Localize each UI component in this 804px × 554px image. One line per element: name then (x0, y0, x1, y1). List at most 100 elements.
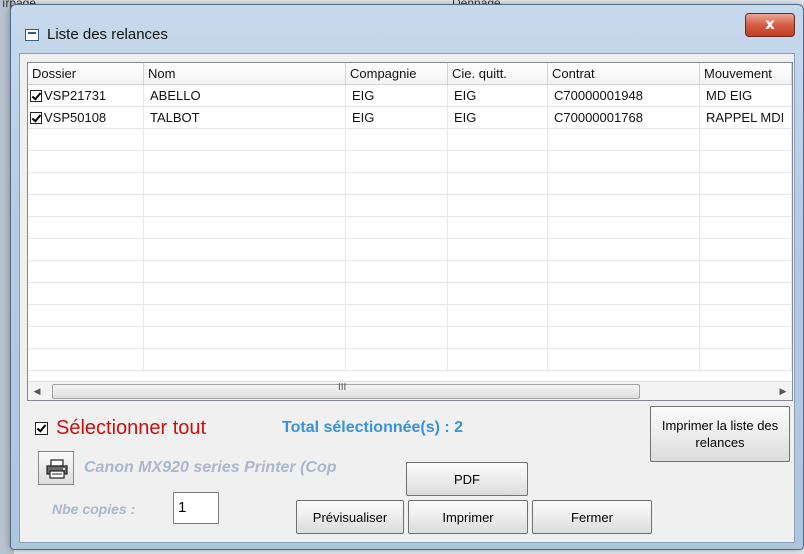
printer-select-button[interactable] (38, 451, 74, 485)
preview-button[interactable]: Prévisualiser (296, 500, 404, 534)
empty-cell (700, 305, 792, 327)
select-all-label: Sélectionner tout (56, 417, 207, 439)
empty-cell (700, 327, 792, 349)
empty-cell (144, 305, 346, 327)
select-all-checkbox[interactable] (35, 422, 48, 435)
close-button[interactable]: Fermer (532, 500, 652, 534)
empty-row (28, 173, 792, 195)
empty-row (28, 239, 792, 261)
empty-cell (28, 261, 144, 283)
empty-cell (346, 239, 448, 261)
print-list-button[interactable]: Imprimer la liste des relances (650, 406, 790, 462)
copies-input[interactable]: 1 (173, 492, 219, 524)
empty-cell (144, 239, 346, 261)
empty-row (28, 129, 792, 151)
empty-cell (144, 173, 346, 195)
window-icon (25, 29, 39, 41)
empty-row (28, 283, 792, 305)
row-checkbox[interactable] (30, 89, 42, 102)
column-header[interactable]: Nom (144, 63, 346, 85)
relances-grid[interactable]: Dossier Nom Compagnie Cie. quitt. Contrat Mou… (27, 62, 793, 401)
table-row[interactable]: VSP50108 TALBOT EIG EIG C70000001768 RAPPEL M… (28, 107, 792, 129)
empty-cell (548, 305, 700, 327)
empty-cell (700, 217, 792, 239)
empty-cell (144, 349, 346, 371)
printer-icon (46, 459, 68, 479)
empty-cell (548, 129, 700, 151)
empty-cell (448, 217, 548, 239)
empty-row (28, 217, 792, 239)
column-header[interactable]: Contrat (548, 63, 700, 85)
table-cell: VSP21731 (28, 85, 144, 107)
copies-label: Nbe copies : (52, 501, 136, 517)
empty-row (28, 327, 792, 349)
scroll-left-arrow[interactable]: ◀ (28, 382, 46, 400)
empty-cell (548, 217, 700, 239)
pdf-button[interactable]: PDF (406, 462, 528, 496)
cell-text: VSP21731 (44, 87, 107, 103)
total-selected: Total sélectionnée(s) : 2 (282, 419, 464, 436)
empty-cell (144, 283, 346, 305)
empty-cell (346, 283, 448, 305)
empty-cell (548, 349, 700, 371)
close-window-button[interactable]: x (745, 13, 795, 37)
empty-cell (700, 283, 792, 305)
table-cell: VSP50108 (28, 107, 144, 129)
row-checkbox[interactable] (30, 111, 42, 124)
empty-cell (28, 349, 144, 371)
empty-cell (700, 173, 792, 195)
empty-cell (700, 261, 792, 283)
empty-row (28, 195, 792, 217)
empty-cell (28, 151, 144, 173)
empty-cell (346, 195, 448, 217)
empty-cell (448, 129, 548, 151)
title-bar[interactable]: Liste des relances x (11, 5, 803, 53)
scroll-right-arrow[interactable]: ▶ (774, 382, 792, 400)
empty-cell (144, 261, 346, 283)
grid-viewport: Dossier Nom Compagnie Cie. quitt. Contrat Mou… (28, 63, 792, 382)
empty-cell (548, 261, 700, 283)
empty-cell (448, 195, 548, 217)
table-cell: EIG (448, 107, 548, 129)
empty-cell (448, 349, 548, 371)
column-header[interactable]: Mouvement (700, 63, 792, 85)
empty-cell (448, 283, 548, 305)
column-header[interactable]: Compagnie (346, 63, 448, 85)
table-cell: MD EIG (700, 85, 792, 107)
empty-cell (346, 217, 448, 239)
scrollbar-grip: III (338, 382, 347, 393)
table-cell: C70000001768 (548, 107, 700, 129)
empty-row (28, 261, 792, 283)
dialog-client-area: Dossier Nom Compagnie Cie. quitt. Contrat Mou… (19, 53, 795, 543)
printer-name: Canon MX920 series Printer (Cop (84, 459, 337, 476)
empty-cell (144, 151, 346, 173)
cell-text: VSP50108 (44, 109, 107, 125)
empty-cell (144, 327, 346, 349)
table-cell: EIG (346, 85, 448, 107)
empty-cell (28, 239, 144, 261)
empty-cell (448, 239, 548, 261)
column-header[interactable]: Cie. quitt. (448, 63, 548, 85)
empty-cell (144, 129, 346, 151)
empty-cell (346, 305, 448, 327)
empty-cell (144, 195, 346, 217)
empty-cell (548, 173, 700, 195)
table-row[interactable]: VSP21731 ABELLO EIG EIG C70000001948 MD EIG (28, 85, 792, 107)
empty-cell (700, 349, 792, 371)
empty-cell (346, 261, 448, 283)
empty-row (28, 349, 792, 371)
relances-dialog: Liste des relances x Dossier Nom Compagnie… (10, 4, 804, 550)
empty-cell (28, 327, 144, 349)
column-header[interactable]: Dossier (28, 63, 144, 85)
empty-cell (448, 327, 548, 349)
scrollbar-thumb[interactable]: III (52, 382, 640, 399)
table-cell: TALBOT (144, 107, 346, 129)
horizontal-scrollbar[interactable]: ◀ III ▶ (28, 381, 792, 400)
empty-cell (548, 195, 700, 217)
empty-cell (346, 173, 448, 195)
table-cell: RAPPEL MDI (700, 107, 792, 129)
empty-cell (28, 195, 144, 217)
empty-cell (548, 239, 700, 261)
print-button[interactable]: Imprimer (408, 500, 528, 534)
select-all[interactable]: Sélectionner tout (35, 417, 206, 440)
